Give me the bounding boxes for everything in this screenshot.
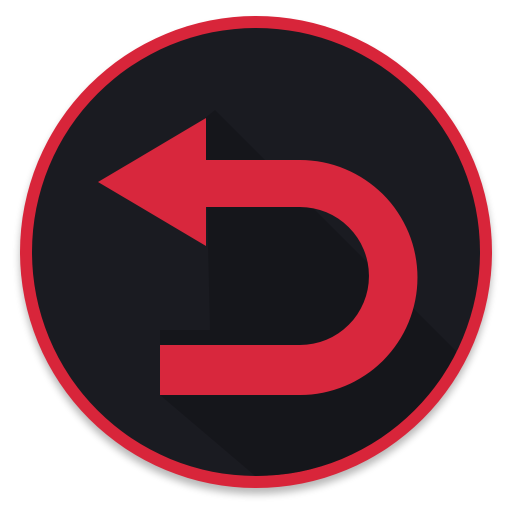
app-icon[interactable] xyxy=(0,0,512,512)
undo-app-icon-graphic xyxy=(20,16,492,494)
